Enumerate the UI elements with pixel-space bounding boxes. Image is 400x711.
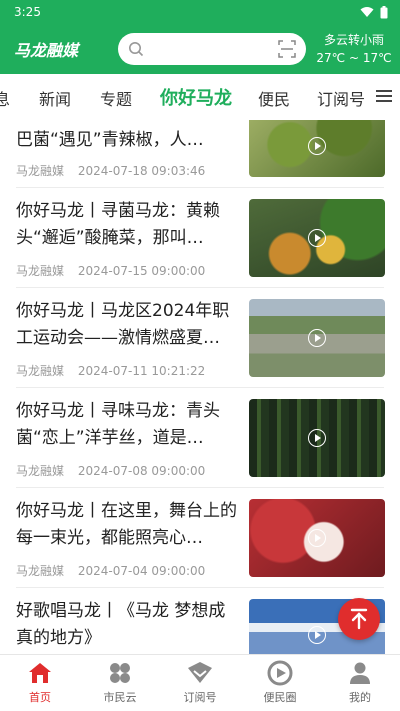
app-header: 马龙融媒 多云转小雨 27℃ ~ 17℃ [0, 24, 400, 74]
subscribe-icon [187, 660, 213, 686]
service-circle-icon [267, 660, 293, 686]
status-bar: 3:25 [0, 0, 400, 24]
tab-hello-malong[interactable]: 你好马龙 [160, 84, 232, 110]
news-thumbnail[interactable] [249, 499, 385, 577]
nav-label: 便民圈 [263, 691, 297, 704]
news-source: 马龙融媒 [16, 164, 65, 178]
news-item[interactable]: 你好马龙丨寻味马龙：青头菌“恋上”洋芋丝，道是… 马龙融媒 2024-07-08… [0, 388, 400, 488]
news-meta: 马龙融媒 2024-07-04 09:00:00 [16, 562, 205, 579]
news-source: 马龙融媒 [16, 364, 65, 378]
nav-me[interactable]: 我的 [320, 655, 400, 711]
tab-services[interactable]: 便民 [258, 86, 290, 110]
news-item[interactable]: 巴菌“遇见”青辣椒，人… 马龙融媒 2024-07-18 09:03:46 [0, 120, 400, 188]
news-thumbnail[interactable] [249, 299, 385, 377]
nav-label: 订阅号 [183, 691, 217, 704]
news-meta: 马龙融媒 2024-07-11 10:21:22 [16, 362, 205, 379]
weather-condition: 多云转小雨 [323, 33, 384, 47]
search-icon [129, 42, 144, 57]
nav-label: 市民云 [103, 691, 137, 704]
play-icon [308, 137, 326, 156]
news-source: 马龙融媒 [16, 264, 65, 278]
nav-service-circle[interactable]: 便民圈 [240, 655, 320, 711]
arrow-up-icon [350, 608, 368, 630]
news-thumbnail[interactable] [249, 199, 385, 277]
news-list: 巴菌“遇见”青辣椒，人… 马龙融媒 2024-07-18 09:03:46 你好… [0, 120, 400, 654]
news-meta: 马龙融媒 2024-07-18 09:03:46 [16, 162, 205, 179]
news-time: 2024-07-04 09:00:00 [77, 564, 206, 578]
weather-widget[interactable]: 多云转小雨 27℃ ~ 17℃ [314, 31, 394, 67]
tab-news[interactable]: 新闻 [39, 86, 71, 110]
news-time: 2024-07-18 09:03:46 [77, 164, 206, 178]
tab-topics[interactable]: 专题 [100, 86, 132, 110]
news-title: 你好马龙丨寻菌马龙：黄赖头“邂逅”酸腌菜，那叫… [16, 201, 220, 248]
news-thumbnail[interactable] [249, 399, 385, 477]
news-meta: 马龙融媒 2024-07-15 09:00:00 [16, 262, 205, 279]
wifi-icon [360, 7, 374, 17]
nav-home[interactable]: 首页 [0, 655, 80, 711]
play-icon [308, 329, 326, 347]
nav-subscriptions[interactable]: 订阅号 [160, 655, 240, 711]
search-input[interactable] [118, 33, 306, 65]
news-meta: 马龙融媒 2024-07-08 09:00:00 [16, 462, 205, 479]
back-to-top-button[interactable] [338, 598, 380, 640]
news-title: 你好马龙丨马龙区2024年职工运动会——激情燃盛夏… [16, 301, 230, 348]
news-time: 2024-07-11 10:21:22 [77, 364, 206, 378]
scan-icon[interactable] [278, 40, 296, 58]
news-source: 马龙融媒 [16, 464, 65, 478]
status-icons [360, 5, 388, 19]
play-icon [308, 626, 326, 644]
news-thumbnail[interactable] [249, 120, 385, 177]
news-title: 好歌唱马龙丨《马龙 梦想成真的地方》 [16, 601, 226, 648]
news-title: 你好马龙丨在这里，舞台上的每一束光，都能照亮心… [16, 501, 237, 548]
play-icon [308, 429, 326, 447]
tab-partial[interactable]: 息 [0, 86, 10, 110]
news-time: 2024-07-08 09:00:00 [77, 464, 206, 478]
news-item[interactable]: 你好马龙丨寻菌马龙：黄赖头“邂逅”酸腌菜，那叫… 马龙融媒 2024-07-15… [0, 188, 400, 288]
app-logo: 马龙融媒 [14, 41, 79, 60]
clover-icon [107, 660, 133, 686]
menu-icon[interactable] [374, 88, 394, 104]
battery-icon [380, 5, 388, 18]
news-title: 你好马龙丨寻味马龙：青头菌“恋上”洋芋丝，道是… [16, 401, 220, 448]
nav-label: 我的 [349, 691, 371, 704]
user-icon [347, 660, 373, 686]
nav-label: 首页 [29, 691, 51, 704]
news-item[interactable]: 你好马龙丨马龙区2024年职工运动会——激情燃盛夏… 马龙融媒 2024-07-… [0, 288, 400, 388]
play-icon [308, 529, 326, 547]
home-icon [27, 660, 53, 686]
status-time: 3:25 [14, 5, 41, 19]
bottom-nav: 首页 市民云 订阅号 便民圈 我的 [0, 654, 400, 711]
category-tabs: 息 新闻 专题 你好马龙 便民 订阅号 [0, 74, 400, 120]
tab-subscriptions[interactable]: 订阅号 [317, 86, 365, 110]
news-item[interactable]: 你好马龙丨在这里，舞台上的每一束光，都能照亮心… 马龙融媒 2024-07-04… [0, 488, 400, 588]
weather-temperature: 27℃ ~ 17℃ [316, 51, 392, 65]
nav-citizen-cloud[interactable]: 市民云 [80, 655, 160, 711]
news-time: 2024-07-15 09:00:00 [77, 264, 206, 278]
news-source: 马龙融媒 [16, 564, 65, 578]
play-icon [308, 229, 326, 247]
news-title: 巴菌“遇见”青辣椒，人… [16, 130, 204, 150]
